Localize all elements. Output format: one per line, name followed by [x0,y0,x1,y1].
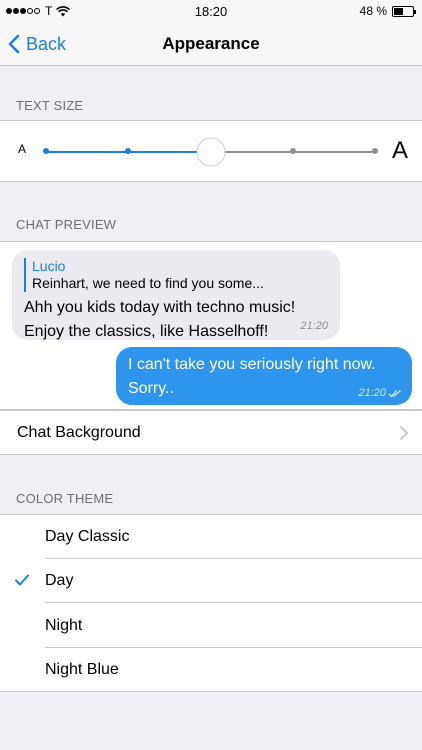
checkmark-icon [15,574,29,586]
theme-option-night[interactable]: Night [0,604,422,648]
reply-text: Reinhart, we need to find you some... [32,275,264,291]
theme-option-day[interactable]: Day [0,559,422,603]
chat-preview-panel: Lucio Reinhart, we need to find you some… [0,241,422,410]
battery-status: 48 % [359,4,416,18]
chat-background-row[interactable]: Chat Background [0,410,422,455]
slider-tick[interactable] [290,148,296,154]
incoming-message-line: Enjoy the classics, like Hasselhoff! [24,323,269,340]
slider-thumb[interactable] [195,136,227,168]
incoming-message-line: Ahh you kids today with techno music! [24,299,296,316]
theme-option-label: Day [45,572,74,589]
slider-tick[interactable] [43,148,49,154]
theme-option-day-classic[interactable]: Day Classic [0,515,422,559]
row-divider [45,602,422,603]
reply-quote: Lucio Reinhart, we need to find you some… [24,258,328,292]
theme-option-label: Day Classic [45,528,130,545]
outgoing-message-status: 21:20 [358,387,402,399]
navigation-bar: Back Appearance [0,22,422,66]
section-header-chat-preview: CHAT PREVIEW [16,217,117,232]
chevron-right-icon [400,426,408,440]
theme-option-label: Night Blue [45,661,119,678]
theme-option-night-blue[interactable]: Night Blue [0,648,422,692]
theme-option-label: Night [45,617,83,634]
section-header-text-size: TEXT SIZE [16,98,84,113]
page-title: Appearance [162,34,260,53]
outgoing-message-bubble: I can't take you seriously right now. So… [116,347,412,405]
outgoing-message-time: 21:20 [358,387,386,399]
reply-author: Lucio [32,258,66,274]
incoming-message-text: Ahh you kids today with techno music! En… [24,296,328,344]
text-size-small-label: A [18,142,27,156]
chat-background-label: Chat Background [17,424,141,441]
status-bar: T 18:20 48 % [0,0,422,22]
text-size-large-label: A [391,137,408,164]
slider-tick[interactable] [372,148,378,154]
incoming-message-time: 21:20 [300,320,328,332]
battery-icon [392,5,416,17]
incoming-message-bubble: Lucio Reinhart, we need to find you some… [12,250,340,340]
double-check-icon [388,389,401,397]
battery-percent: 48 % [359,4,387,18]
section-header-color-theme: COLOR THEME [16,491,114,506]
slider-tick[interactable] [125,148,131,154]
outgoing-message-line: I can't take you seriously right now. [128,356,376,373]
color-theme-list: Day Classic Day Night Night Blue [0,514,422,692]
